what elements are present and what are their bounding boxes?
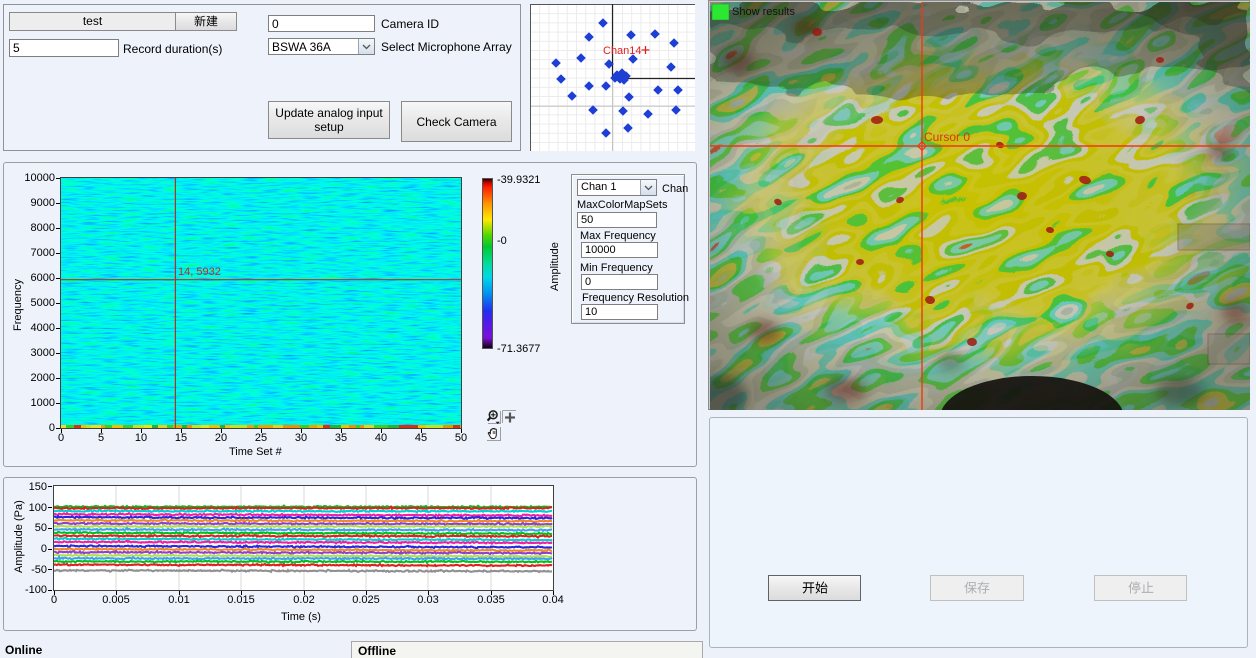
svg-text:Chan14: Chan14 <box>603 45 642 57</box>
svg-text:14, 5932: 14, 5932 <box>178 266 221 278</box>
svg-text:Cursor 0: Cursor 0 <box>924 130 970 144</box>
svg-text:Show results: Show results <box>732 6 795 18</box>
